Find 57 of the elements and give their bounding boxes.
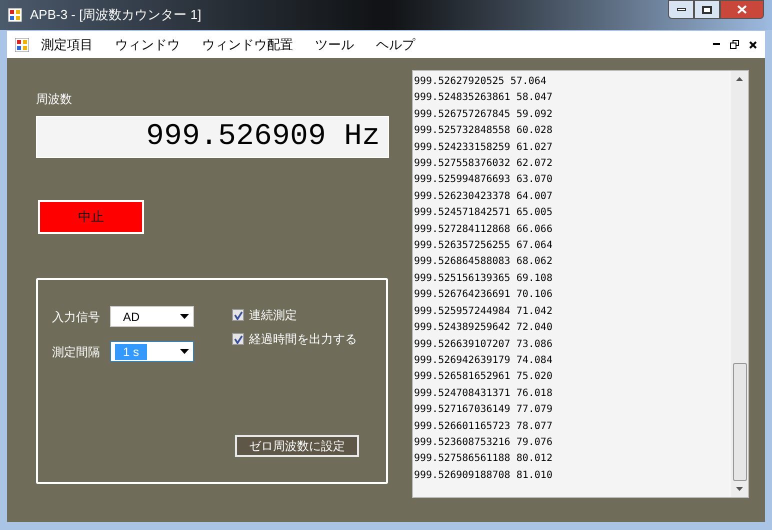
dropdown[interactable]: AD <box>110 306 194 327</box>
log-line: 999.525156139365 69.108 <box>414 272 554 286</box>
menu-item[interactable]: ウィンドウ配置 <box>202 34 293 54</box>
menu-item[interactable]: ツール <box>315 34 354 54</box>
checkbox-label: 経過時間を出力する <box>249 331 357 348</box>
scroll-thumb[interactable] <box>732 363 746 481</box>
restore-icon[interactable] <box>730 40 739 49</box>
log-line: 999.52627920525 57.064 <box>414 75 548 89</box>
frequency-display: 999.526909 Hz <box>36 116 389 158</box>
log-line: 999.524708431371 76.018 <box>414 386 554 401</box>
log-line: 999.526942639179 74.084 <box>414 354 554 368</box>
log-line: 999.524233158259 61.027 <box>414 140 554 155</box>
log-line: 999.523608753216 79.076 <box>414 436 554 450</box>
log-line: 999.526764236691 70.106 <box>414 288 554 302</box>
checkbox[interactable] <box>232 309 244 321</box>
app-icon <box>8 8 22 22</box>
log-line: 999.525957244984 71.042 <box>414 304 554 319</box>
maximize-button[interactable] <box>694 0 720 19</box>
frequency-label: 周波数 <box>36 91 73 108</box>
minimize-button[interactable] <box>668 0 694 19</box>
dropdown-arrow-icon <box>180 349 189 354</box>
interval-label: 測定間隔 <box>52 344 100 360</box>
log-line: 999.526639107207 73.086 <box>414 338 554 352</box>
log-line: 999.525994876693 63.070 <box>414 173 554 188</box>
log-line: 999.526601165723 78.077 <box>414 420 554 434</box>
window-title: APB-3 - [周波数カウンター 1] <box>30 6 202 24</box>
menu-item[interactable]: 測定項目 <box>41 34 93 54</box>
checkbox[interactable] <box>232 333 244 345</box>
log-line: 999.524389259642 72.040 <box>414 321 554 336</box>
menu-item[interactable]: ヘルプ <box>376 34 415 54</box>
log-line: 999.527167036149 77.079 <box>414 403 554 418</box>
log-line: 999.525732848558 60.028 <box>414 124 554 138</box>
scroll-down-icon[interactable] <box>736 487 743 491</box>
stop-button[interactable]: 中止 <box>38 200 144 234</box>
log-line: 999.527586561188 80.012 <box>414 452 554 466</box>
log-line: 999.524571842571 65.005 <box>414 206 554 220</box>
log-line: 999.526757267845 59.092 <box>414 108 554 122</box>
log-line: 999.526581652961 75.020 <box>414 370 554 384</box>
log-line: 999.526864588083 68.062 <box>414 255 554 270</box>
log-line: 999.526230423378 64.007 <box>414 190 554 204</box>
scrollbar[interactable] <box>731 71 748 497</box>
app-icon <box>15 38 29 52</box>
close-icon <box>737 5 747 14</box>
log-line: 999.526909188708 81.010 <box>414 468 554 483</box>
scroll-up-icon[interactable] <box>736 77 743 81</box>
log-line: 999.527558376032 62.072 <box>414 157 554 172</box>
checkbox-label: 連続測定 <box>249 307 297 324</box>
log-line: 999.526357256255 67.064 <box>414 239 554 254</box>
menu-item[interactable]: ウィンドウ <box>115 34 180 54</box>
minimize-icon[interactable] <box>713 43 720 46</box>
dropdown-arrow-icon <box>180 314 189 319</box>
zero-frequency-button[interactable]: ゼロ周波数に設定 <box>235 435 359 457</box>
log-line: 999.527284112868 66.066 <box>414 222 554 237</box>
close-button[interactable] <box>720 0 764 19</box>
input-signal-label: 入力信号 <box>52 308 100 326</box>
close-icon[interactable] <box>749 40 757 48</box>
log-line: 999.524835263861 58.047 <box>414 91 554 106</box>
